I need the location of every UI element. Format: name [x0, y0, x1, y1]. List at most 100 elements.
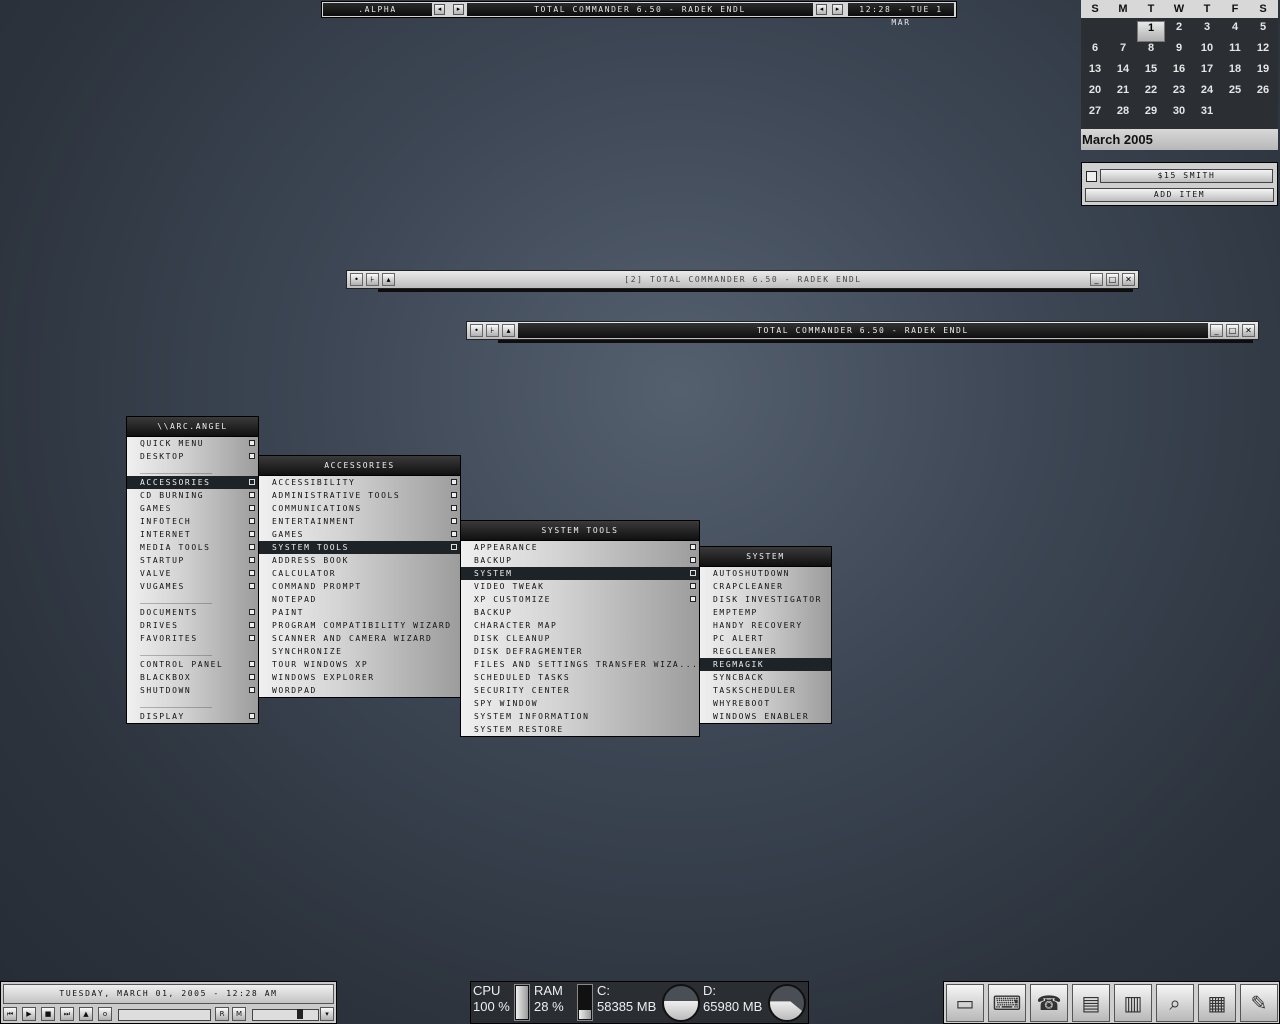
- menu-item-shutdown[interactable]: shutdown: [127, 684, 258, 697]
- open-icon[interactable]: o: [98, 1007, 112, 1021]
- play-icon[interactable]: ▶: [22, 1007, 36, 1021]
- maximize-icon[interactable]: □: [1226, 324, 1239, 337]
- calendar-day[interactable]: 2: [1165, 21, 1193, 42]
- calendar-today[interactable]: 1: [1137, 21, 1165, 42]
- drive-icon[interactable]: ▭: [946, 984, 984, 1022]
- menu-item-system[interactable]: system: [461, 567, 699, 580]
- menu-item-backup[interactable]: backup: [461, 606, 699, 619]
- pin-icon[interactable]: •: [350, 273, 363, 286]
- menu-item-vugames[interactable]: vugames: [127, 580, 258, 593]
- menu-item-program-compatibility-wizard[interactable]: program compatibility wizard: [259, 619, 460, 632]
- menu-item-address-book[interactable]: address book: [259, 554, 460, 567]
- menu-item-scanner-and-camera-wizard[interactable]: scanner and camera wizard: [259, 632, 460, 645]
- menu-item-favorites[interactable]: favorites: [127, 632, 258, 645]
- calendar-day[interactable]: 20: [1081, 84, 1109, 105]
- menu-item-startup[interactable]: startup: [127, 554, 258, 567]
- menu-item-regcleaner[interactable]: regcleaner: [700, 645, 831, 658]
- prev-icon[interactable]: ⏮: [3, 1007, 17, 1021]
- player-menu-button[interactable]: ▾: [320, 1007, 334, 1021]
- menu-item-handy-recovery[interactable]: handy recovery: [700, 619, 831, 632]
- calendar-day[interactable]: 29: [1137, 105, 1165, 126]
- menu-item-synchronize[interactable]: synchronize: [259, 645, 460, 658]
- pen-icon[interactable]: ✎: [1240, 984, 1278, 1022]
- calendar-day[interactable]: 17: [1193, 63, 1221, 84]
- menu-item-windows-enabler[interactable]: windows enabler: [700, 710, 831, 723]
- window-front-titlebar[interactable]: • ⊦ ▴ total commander 6.50 - radek endl …: [466, 321, 1259, 340]
- add-item-button[interactable]: add item: [1085, 188, 1274, 202]
- calendar-day[interactable]: 7: [1109, 42, 1137, 63]
- calendar-day[interactable]: 31: [1193, 105, 1221, 126]
- keyboard-icon[interactable]: ⌨: [988, 984, 1026, 1022]
- book-icon[interactable]: ▥: [1114, 984, 1152, 1022]
- calendar-day[interactable]: 25: [1221, 84, 1249, 105]
- menu-item-scheduled-tasks[interactable]: scheduled tasks: [461, 671, 699, 684]
- calendar-day[interactable]: 13: [1081, 63, 1109, 84]
- phone-icon[interactable]: ☎: [1030, 984, 1068, 1022]
- menu-item-cd-burning[interactable]: cd burning: [127, 489, 258, 502]
- shade-icon[interactable]: ▴: [382, 273, 395, 286]
- eject-icon[interactable]: ▲: [79, 1007, 93, 1021]
- menu-item-wordpad[interactable]: wordpad: [259, 684, 460, 697]
- stop-icon[interactable]: ■: [41, 1007, 55, 1021]
- shade-icon[interactable]: ▴: [502, 324, 515, 337]
- menu-item-games[interactable]: games: [259, 528, 460, 541]
- menu-item-taskscheduler[interactable]: taskscheduler: [700, 684, 831, 697]
- menu-item-accessories[interactable]: accessories: [127, 476, 258, 489]
- repeat-button[interactable]: R: [215, 1007, 229, 1021]
- close-icon[interactable]: ✕: [1122, 273, 1135, 286]
- magnifier-icon[interactable]: ⌕: [1156, 984, 1194, 1022]
- menu-item-administrative-tools[interactable]: administrative tools: [259, 489, 460, 502]
- workspace-label[interactable]: .alpha: [323, 3, 432, 16]
- roll-icon[interactable]: ⊦: [366, 273, 379, 286]
- menu-item-blackbox[interactable]: blackbox: [127, 671, 258, 684]
- menu-item-autoshutdown[interactable]: autoshutdown: [700, 567, 831, 580]
- calendar-day[interactable]: 30: [1165, 105, 1193, 126]
- menu-item-documents[interactable]: documents: [127, 606, 258, 619]
- calendar-day[interactable]: 14: [1109, 63, 1137, 84]
- menu-item-paint[interactable]: paint: [259, 606, 460, 619]
- menu-item-appearance[interactable]: appearance: [461, 541, 699, 554]
- calendar-day[interactable]: 3: [1193, 21, 1221, 42]
- menu-item-syncback[interactable]: syncback: [700, 671, 831, 684]
- menu-item-media-tools[interactable]: media tools: [127, 541, 258, 554]
- menu-item-regmagik[interactable]: regmagik: [700, 658, 831, 671]
- calendar-day[interactable]: 12: [1249, 42, 1277, 63]
- menu-item-disk-defragmenter[interactable]: disk defragmenter: [461, 645, 699, 658]
- menu-item-desktop[interactable]: desktop: [127, 450, 258, 463]
- menu-item-control-panel[interactable]: control panel: [127, 658, 258, 671]
- menu-item-security-center[interactable]: security center: [461, 684, 699, 697]
- menu-item-backup[interactable]: backup: [461, 554, 699, 567]
- todo-checkbox[interactable]: [1086, 171, 1097, 182]
- minimize-icon[interactable]: _: [1210, 324, 1223, 337]
- menu-item-files-and-settings-transfer-wiza[interactable]: files and settings transfer wiza...: [461, 658, 699, 671]
- menu-item-system-information[interactable]: system information: [461, 710, 699, 723]
- workspace-next-button[interactable]: ▸: [453, 4, 464, 15]
- menu-item-valve[interactable]: valve: [127, 567, 258, 580]
- menu-item-accessibility[interactable]: accessibility: [259, 476, 460, 489]
- calendar-day[interactable]: 10: [1193, 42, 1221, 63]
- calendar-day[interactable]: 21: [1109, 84, 1137, 105]
- menu-item-pc-alert[interactable]: pc alert: [700, 632, 831, 645]
- menu-item-xp-customize[interactable]: xp customize: [461, 593, 699, 606]
- calendar-day[interactable]: 24: [1193, 84, 1221, 105]
- close-icon[interactable]: ✕: [1242, 324, 1255, 337]
- calendar-icon[interactable]: ▦: [1198, 984, 1236, 1022]
- calendar-day[interactable]: 22: [1137, 84, 1165, 105]
- calendar-day[interactable]: 16: [1165, 63, 1193, 84]
- menu-item-video-tweak[interactable]: video tweak: [461, 580, 699, 593]
- calendar-day[interactable]: 6: [1081, 42, 1109, 63]
- menu-item-disk-cleanup[interactable]: disk cleanup: [461, 632, 699, 645]
- menu-item-entertainment[interactable]: entertainment: [259, 515, 460, 528]
- menu-item-whyreboot[interactable]: whyreboot: [700, 697, 831, 710]
- calendar-day[interactable]: 8: [1137, 42, 1165, 63]
- menu-item-emptemp[interactable]: emptemp: [700, 606, 831, 619]
- calendar-day[interactable]: 19: [1249, 63, 1277, 84]
- menu-item-display[interactable]: display: [127, 710, 258, 723]
- calendar-day[interactable]: 15: [1137, 63, 1165, 84]
- task-title[interactable]: total commander 6.50 - radek endl: [467, 3, 813, 16]
- workspace-prev-button[interactable]: ◂: [434, 4, 445, 15]
- next-icon[interactable]: ⏭: [60, 1007, 74, 1021]
- menu-item-infotech[interactable]: infotech: [127, 515, 258, 528]
- menu-item-crapcleaner[interactable]: crapcleaner: [700, 580, 831, 593]
- menu-item-tour-windows-xp[interactable]: tour windows xp: [259, 658, 460, 671]
